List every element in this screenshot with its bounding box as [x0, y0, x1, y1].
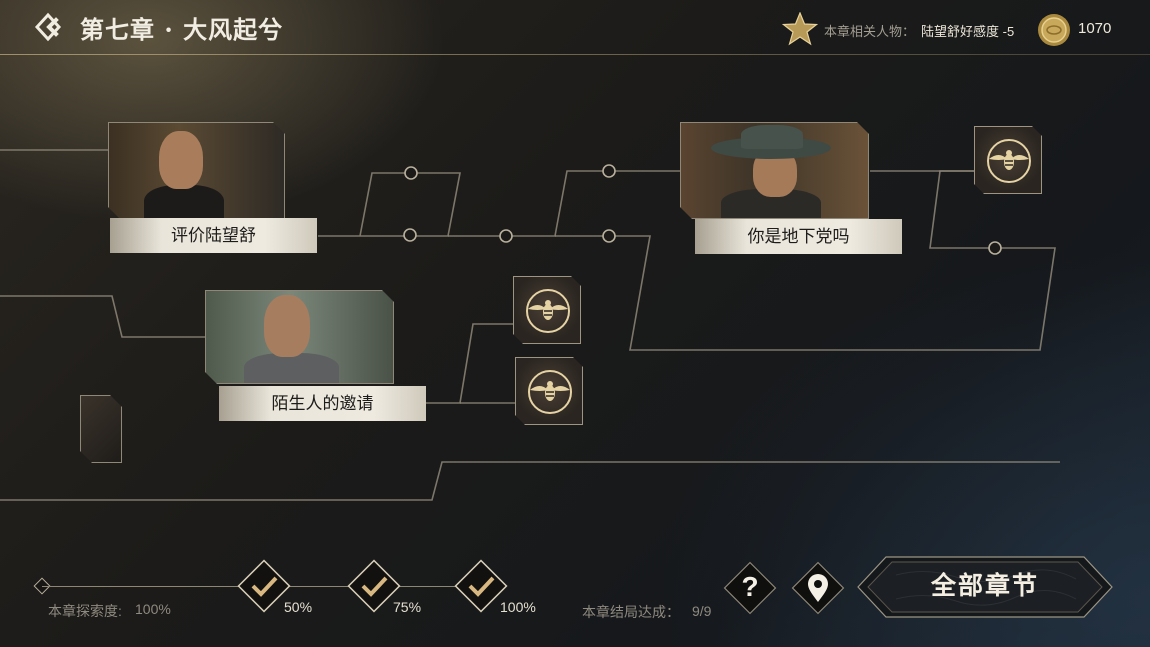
scene-node-stranger-invite[interactable]: 陌生人的邀请	[205, 290, 427, 422]
milestone-label: 75%	[393, 599, 422, 615]
scene-caption: 陌生人的邀请	[219, 386, 426, 421]
help-label: ?	[741, 571, 759, 602]
coin-icon	[1037, 13, 1071, 47]
scene-node-underground-party[interactable]: 你是地下党吗	[680, 122, 902, 254]
milestone-label: 50%	[284, 599, 313, 615]
milestone-label: 100%	[500, 599, 536, 615]
back-icon[interactable]	[34, 10, 68, 44]
branch-node	[602, 164, 616, 178]
coin-count: 1070	[1078, 20, 1112, 37]
endings-value: 9/9	[692, 603, 712, 619]
scene-node-evaluate[interactable]: 评价陆望舒	[108, 122, 318, 254]
scene-caption: 你是地下党吗	[695, 219, 902, 254]
locked-ending-badge[interactable]	[515, 357, 583, 425]
exploration-label: 本章探索度:	[48, 603, 122, 619]
map-button[interactable]	[788, 558, 848, 618]
branch-node	[404, 166, 418, 180]
offscreen-scene-node[interactable]	[80, 395, 122, 463]
related-characters-label: 本章相关人物：	[824, 24, 916, 39]
bee-emblem-icon	[985, 137, 1033, 185]
branch-node	[403, 228, 417, 242]
star-icon	[781, 11, 819, 46]
scene-thumbnail	[205, 290, 394, 384]
locked-ending-badge[interactable]	[974, 126, 1042, 194]
branch-node	[602, 229, 616, 243]
bee-emblem-icon	[524, 287, 572, 335]
branch-node	[988, 241, 1002, 255]
all-chapters-button[interactable]: 全部章节	[856, 555, 1114, 619]
affinity-value: 陆望舒好感度 -5	[921, 24, 1015, 39]
bee-emblem-icon	[526, 368, 574, 416]
help-button[interactable]: ?	[720, 558, 780, 618]
all-chapters-label: 全部章节	[930, 571, 1039, 600]
scene-thumbnail	[108, 122, 285, 219]
chapter-title: 第七章 · 大风起兮	[80, 15, 284, 44]
scene-thumbnail	[680, 122, 869, 219]
endings-label: 本章结局达成：	[582, 604, 680, 620]
exploration-value: 100%	[135, 601, 171, 617]
scene-caption: 评价陆望舒	[110, 218, 317, 253]
locked-ending-badge[interactable]	[513, 276, 581, 344]
branch-node	[499, 229, 513, 243]
scene-thumbnail	[80, 395, 122, 463]
header-divider	[0, 54, 1150, 55]
location-pin-icon	[791, 561, 845, 615]
